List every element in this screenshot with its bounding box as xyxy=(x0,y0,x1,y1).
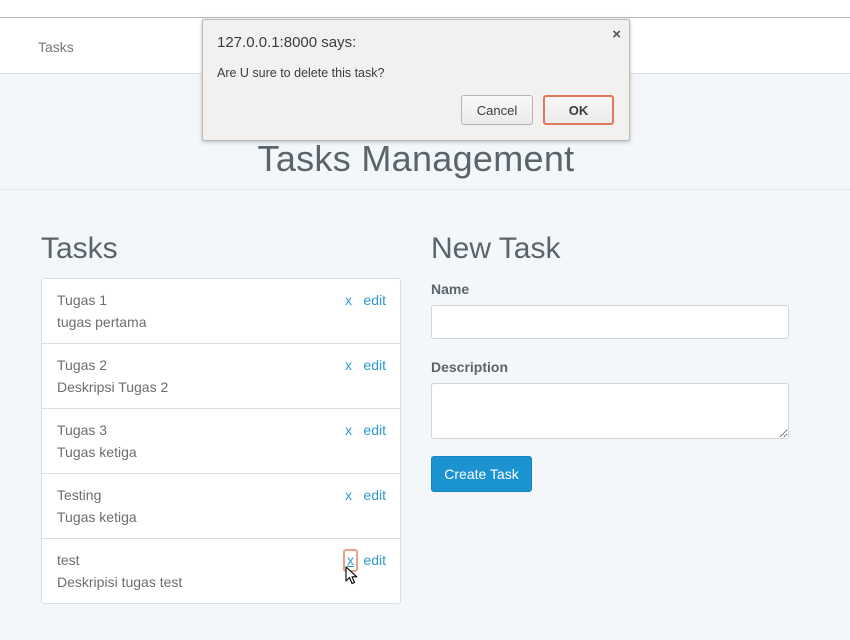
edit-task-link[interactable]: edit xyxy=(363,487,386,503)
edit-task-link[interactable]: edit xyxy=(363,422,386,438)
cancel-button[interactable]: Cancel xyxy=(461,95,533,125)
close-icon[interactable]: × xyxy=(612,26,621,43)
dialog-origin: 127.0.0.1:8000 says: xyxy=(217,34,357,51)
task-description: Deskripisi tugas test xyxy=(57,574,183,590)
task-name: Tugas 2 xyxy=(57,357,108,373)
description-textarea[interactable] xyxy=(431,383,789,439)
browser-top-strip xyxy=(0,0,850,18)
delete-task-button[interactable]: x xyxy=(343,487,354,503)
delete-task-button[interactable]: x xyxy=(343,357,354,373)
task-name: Tugas 3 xyxy=(57,422,108,438)
page-title: Tasks Management xyxy=(257,138,575,179)
task-description: tugas pertama xyxy=(57,314,147,330)
delete-task-button[interactable]: x xyxy=(343,292,354,308)
task-description: Deskripsi Tugas 2 xyxy=(57,379,169,395)
tasks-heading: Tasks xyxy=(41,232,118,265)
mouse-cursor-icon xyxy=(345,566,358,585)
create-task-button[interactable]: Create Task xyxy=(431,456,532,492)
name-input[interactable] xyxy=(431,305,789,339)
new-task-heading: New Task xyxy=(431,232,561,265)
nav-link-tasks[interactable]: Tasks xyxy=(38,39,74,55)
edit-task-link[interactable]: edit xyxy=(363,357,386,373)
task-item: Testing Tugas ketiga x edit xyxy=(42,473,400,538)
task-item: Tugas 2 Deskripsi Tugas 2 x edit xyxy=(42,343,400,408)
edit-task-link[interactable]: edit xyxy=(363,552,386,568)
task-list: Tugas 1 tugas pertama x edit Tugas 2 Des… xyxy=(41,278,401,604)
task-description: Tugas ketiga xyxy=(57,444,137,460)
ok-button[interactable]: OK xyxy=(543,95,614,125)
delete-task-button[interactable]: x xyxy=(343,422,354,438)
confirm-dialog: 127.0.0.1:8000 says: × Are U sure to del… xyxy=(202,19,630,141)
task-name: Testing xyxy=(57,487,102,503)
task-name: test xyxy=(57,552,80,568)
task-item: Tugas 3 Tugas ketiga x edit xyxy=(42,408,400,473)
dialog-message: Are U sure to delete this task? xyxy=(217,66,385,80)
description-label: Description xyxy=(431,359,509,375)
task-name: Tugas 1 xyxy=(57,292,108,308)
name-label: Name xyxy=(431,281,470,297)
task-item: Tugas 1 tugas pertama x edit xyxy=(42,279,400,343)
edit-task-link[interactable]: edit xyxy=(363,292,386,308)
task-description: Tugas ketiga xyxy=(57,509,137,525)
